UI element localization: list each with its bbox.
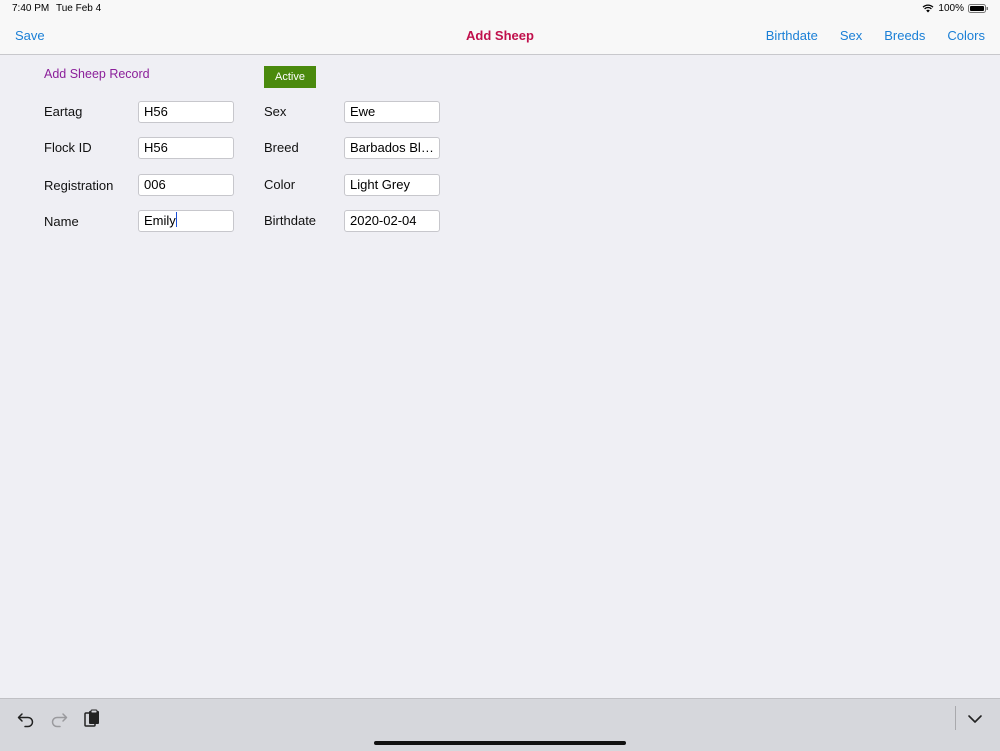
battery-icon (968, 4, 988, 13)
status-right: 100% (922, 3, 988, 14)
registration-label: Registration (44, 178, 114, 193)
status-bar: 7:40 PM Tue Feb 4 100% (0, 0, 1000, 18)
breed-label: Breed (264, 140, 299, 155)
status-date: Tue Feb 4 (56, 3, 102, 14)
eartag-input[interactable]: H56 (138, 101, 234, 123)
eartag-label: Eartag (44, 104, 83, 119)
section-title: Add Sheep Record (44, 67, 150, 81)
battery-percent: 100% (938, 3, 964, 14)
birthdate-input[interactable]: 2020-02-04 (344, 210, 440, 232)
save-button[interactable]: Save (15, 28, 45, 43)
status-time: 7:40 PM (12, 3, 50, 14)
text-cursor (175, 212, 177, 227)
flock-id-input[interactable]: H56 (138, 137, 234, 159)
registration-input[interactable]: 006 (138, 174, 234, 196)
birthdate-label: Birthdate (264, 213, 317, 228)
keyboard-divider (955, 706, 956, 730)
color-label: Color (264, 177, 296, 192)
active-status-button[interactable]: Active (264, 66, 316, 88)
nav-actions: Birthdate Sex Breeds Colors (766, 28, 985, 43)
color-input[interactable]: Light Grey (344, 174, 440, 196)
name-input[interactable]: Emily (138, 210, 234, 232)
birthdate-button[interactable]: Birthdate (766, 28, 818, 43)
sex-input[interactable]: Ewe (344, 101, 440, 123)
dismiss-keyboard-icon[interactable] (965, 709, 985, 729)
name-label: Name (44, 214, 79, 229)
colors-button[interactable]: Colors (947, 28, 985, 43)
sex-button[interactable]: Sex (840, 28, 862, 43)
nav-bar: Save Add Sheep Birthdate Sex Breeds Colo… (0, 18, 1000, 55)
name-value: Emily (144, 213, 176, 228)
paste-icon[interactable] (82, 709, 102, 729)
wifi-icon (922, 4, 934, 13)
redo-icon[interactable] (49, 709, 69, 729)
flock-id-label: Flock ID (44, 140, 92, 155)
breed-input[interactable]: Barbados Black Belly (344, 137, 440, 159)
breeds-button[interactable]: Breeds (884, 28, 925, 43)
sex-label: Sex (264, 104, 287, 119)
undo-icon[interactable] (16, 709, 36, 729)
home-indicator (374, 741, 626, 745)
